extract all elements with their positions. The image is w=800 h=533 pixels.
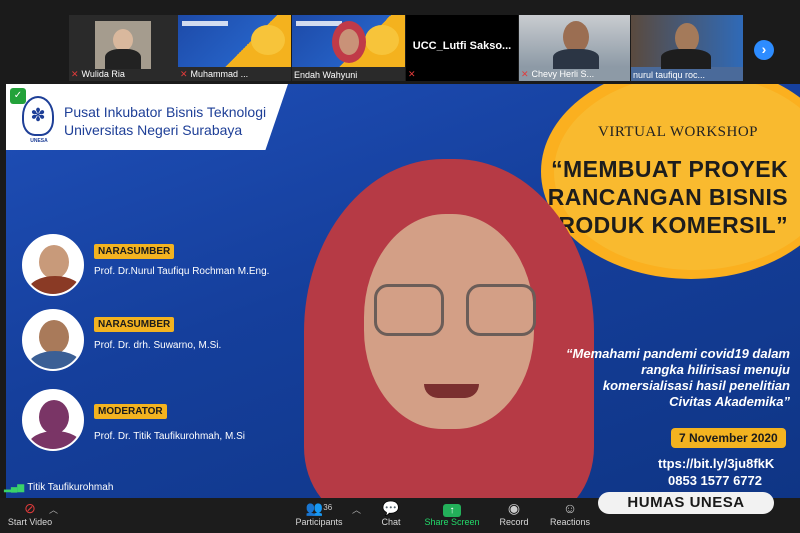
participant-video (519, 15, 630, 69)
video-options-caret[interactable]: ︿ (49, 503, 58, 516)
record-button[interactable]: ◉ Record (494, 498, 534, 533)
participant-name: Endah Wahyuni (294, 70, 358, 80)
share-screen-button[interactable]: ↑ Share Screen (424, 498, 480, 533)
participants-button[interactable]: 👥36 Participants (290, 498, 348, 533)
participant-tile[interactable]: UCC_Lutfi Sakso... ✕ (406, 15, 518, 81)
participant-name: ✕ Wulida Ria (71, 69, 125, 79)
organizer-line2: Universitas Negeri Surabaya (64, 122, 243, 138)
organizer-line1: Pusat Inkubator Bisnis Teknologi (64, 104, 267, 120)
participant-tile[interactable]: ✕ Wulida Ria (69, 15, 185, 81)
chat-icon: 💬 (382, 500, 400, 516)
participant-name: nurul taufiqu roc... (633, 70, 706, 80)
participant-tile[interactable]: ✕ Muhammad ... (178, 15, 291, 81)
chevron-right-icon: › (761, 41, 767, 57)
reactions-icon: ☺ (562, 500, 578, 516)
mic-muted-icon: ✕ (71, 69, 79, 79)
participant-tile[interactable]: ✕ Chevy Herli S... (519, 15, 630, 81)
participant-tile[interactable]: nurul taufiqu roc... (631, 15, 743, 81)
active-speaker-label: ▂▄▆ Titik Taufikurohmah (4, 482, 114, 493)
moderator-name: Prof. Dr. Titik Taufikurohmah, M.Si (94, 431, 245, 442)
logo-label: UNESA (30, 138, 48, 144)
organizer-banner: ✽ UNESA Pusat Inkubator Bisnis Teknologi… (6, 84, 288, 150)
contact-phone: 0853 1577 6772 (668, 473, 762, 488)
chat-button[interactable]: 💬 Chat (373, 498, 409, 533)
watermark-badge: HUMAS UNESA (598, 492, 774, 514)
participant-video (631, 15, 743, 69)
participant-name: ✕ Chevy Herli S... (521, 69, 595, 79)
participant-name: ✕ Muhammad ... (180, 69, 249, 79)
participant-video (95, 21, 151, 69)
gallery-next-button[interactable]: › (754, 40, 774, 60)
signal-bars-icon: ▂▄▆ (4, 482, 25, 492)
participants-options-caret[interactable]: ︿ (352, 503, 361, 516)
zoom-meeting-window: ✕ Wulida Ria ✕ Muhammad ... Endah Wahyuni … (0, 0, 800, 533)
participant-video (292, 15, 405, 67)
reactions-button[interactable]: ☺ Reactions (546, 498, 594, 533)
participant-tile[interactable]: Endah Wahyuni (292, 15, 405, 81)
unesa-logo-icon: ✽ (22, 96, 54, 136)
participant-gallery: ✕ Wulida Ria ✕ Muhammad ... Endah Wahyuni … (0, 0, 800, 84)
speaker-photo (22, 234, 84, 296)
speaker-photo (22, 309, 84, 371)
speaker-role: NARASUMBER (94, 317, 175, 332)
moderator-photo (22, 389, 84, 451)
speaker-name: Prof. Dr. drh. Suwarno, M.Si. (94, 340, 222, 351)
workshop-theme: “Memahami pandemi covid19 dalam rangka h… (566, 346, 790, 409)
security-shield-icon[interactable]: ✓ (10, 88, 26, 104)
mic-muted-icon: ✕ (180, 69, 188, 79)
event-date: 7 November 2020 (671, 428, 786, 448)
shared-screen: ✽ UNESA Pusat Inkubator Bisnis Teknologi… (6, 84, 800, 498)
registration-link: ttps://bit.ly/3ju8fkK (658, 456, 775, 471)
mic-muted-icon: ✕ (521, 69, 529, 79)
presenter-video (246, 159, 666, 498)
participant-name-center: UCC_Lutfi Sakso... (412, 40, 512, 52)
participant-video (178, 15, 291, 67)
moderator-role: MODERATOR (94, 404, 167, 419)
speaker-name: Prof. Dr.Nurul Taufiqu Rochman M.Eng. (94, 266, 270, 277)
glasses-right (466, 284, 536, 336)
glasses-left (374, 284, 444, 336)
participants-icon: 👥36 (305, 500, 333, 516)
event-type: VIRTUAL WORKSHOP (598, 124, 759, 140)
mic-muted-icon: ✕ (408, 69, 416, 79)
speaker-role: NARASUMBER (94, 244, 175, 259)
record-icon: ◉ (507, 500, 521, 516)
participant-status: ✕ (408, 69, 419, 80)
